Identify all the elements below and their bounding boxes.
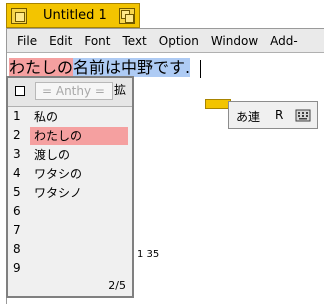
candidate-toolbar: = Anthy = 拡 bbox=[8, 78, 132, 107]
engine-label: = Anthy = bbox=[35, 82, 113, 100]
candidate-word: ワタシの bbox=[34, 167, 83, 181]
window-menu-icon[interactable] bbox=[11, 8, 27, 24]
candidate-number: 7 bbox=[13, 223, 21, 237]
cursor-position-status: 1 35 bbox=[137, 249, 160, 260]
candidate-word bbox=[30, 222, 128, 240]
window-title: Untitled 1 bbox=[43, 8, 107, 23]
candidate-word: 渡しの bbox=[34, 148, 71, 162]
candidate-word: わたしの bbox=[30, 127, 128, 145]
preedit-segment-rest: 名前は中野です. bbox=[73, 58, 191, 77]
text-caret bbox=[200, 59, 202, 78]
keyboard-settings-icon[interactable] bbox=[295, 107, 311, 123]
menubar: File Edit Font Text Option Window Add- bbox=[7, 29, 324, 52]
preedit-segment-active: わたしの bbox=[9, 58, 74, 77]
candidate-item[interactable]: 5 ワタシノ bbox=[10, 184, 130, 203]
candidate-word: ワタシノ bbox=[34, 186, 83, 200]
menu-font[interactable]: Font bbox=[78, 34, 116, 48]
ime-status-panel: あ連 R bbox=[228, 101, 318, 129]
candidate-number: 8 bbox=[13, 242, 21, 256]
candidate-item[interactable]: 9 bbox=[10, 260, 130, 279]
candidate-number: 6 bbox=[13, 204, 21, 218]
candidate-number: 5 bbox=[13, 185, 21, 199]
candidate-item[interactable]: 3 渡しの bbox=[10, 146, 130, 165]
candidate-number: 4 bbox=[13, 166, 21, 180]
candidate-word bbox=[30, 203, 128, 221]
menu-window[interactable]: Window bbox=[205, 34, 264, 48]
candidate-item[interactable]: 4 ワタシの bbox=[10, 165, 130, 184]
candidate-item[interactable]: 7 bbox=[10, 222, 130, 241]
menu-edit[interactable]: Edit bbox=[43, 34, 78, 48]
candidate-number: 2 bbox=[13, 128, 21, 142]
candidate-number: 3 bbox=[13, 147, 21, 161]
candidate-item-selected[interactable]: 2 わたしの bbox=[10, 127, 130, 146]
candidate-word: 私の bbox=[34, 110, 59, 124]
candidate-item[interactable]: 8 bbox=[10, 241, 130, 260]
candidate-number: 1 bbox=[13, 109, 21, 123]
input-mode-indicator[interactable]: あ連 bbox=[236, 108, 260, 125]
menu-add[interactable]: Add- bbox=[264, 34, 304, 48]
menu-option[interactable]: Option bbox=[153, 34, 205, 48]
page-indicator: 2/5 bbox=[108, 279, 126, 292]
window-title-bar[interactable]: Untitled 1 bbox=[6, 3, 140, 28]
romaji-indicator[interactable]: R bbox=[275, 108, 283, 122]
checkbox-icon[interactable] bbox=[15, 86, 25, 96]
expand-button[interactable]: 拡 bbox=[114, 81, 126, 98]
candidate-list: 1 私の 2 わたしの 3 渡しの 4 ワタシの 5 ワタシノ 6 7 8 9 bbox=[10, 108, 130, 279]
candidate-word bbox=[30, 260, 128, 278]
candidate-item[interactable]: 1 私の bbox=[10, 108, 130, 127]
menu-file[interactable]: File bbox=[7, 34, 43, 48]
window-restore-icon[interactable] bbox=[119, 8, 135, 24]
candidate-word bbox=[30, 241, 128, 259]
menu-text[interactable]: Text bbox=[116, 34, 152, 48]
candidate-window: = Anthy = 拡 1 私の 2 わたしの 3 渡しの 4 ワタシの 5 ワ… bbox=[6, 76, 134, 298]
candidate-item[interactable]: 6 bbox=[10, 203, 130, 222]
candidate-number: 9 bbox=[13, 261, 21, 275]
